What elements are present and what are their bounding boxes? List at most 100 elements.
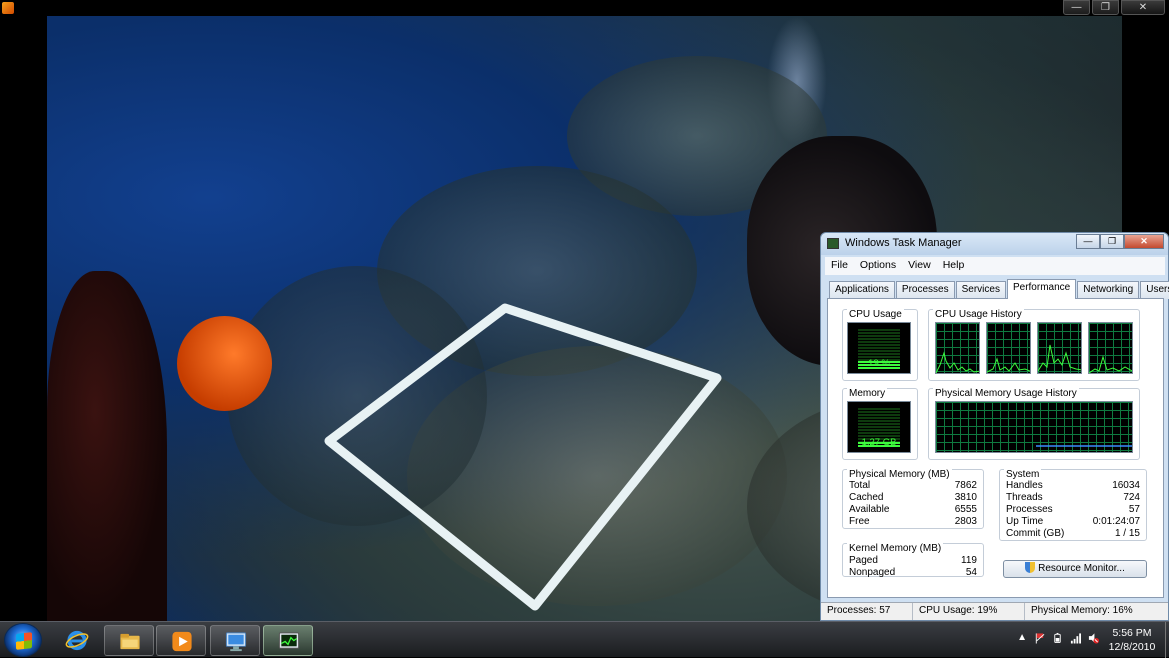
physical-memory-group: Physical Memory (MB) Total 7862 Cached 381… [842, 469, 984, 529]
cpu-core-0-line [936, 351, 979, 373]
tab-applications[interactable]: Applications [829, 281, 895, 299]
memory-history-group: Physical Memory Usage History [928, 388, 1140, 460]
stat-name: Paged [849, 555, 878, 566]
tm-menu-bar: File Options View Help [825, 257, 1165, 275]
resource-monitor-label: Resource Monitor... [1038, 563, 1125, 574]
windows-logo-icon [16, 632, 32, 650]
resource-monitor-button[interactable]: Resource Monitor... [1003, 560, 1147, 578]
show-desktop-button[interactable] [1165, 622, 1169, 658]
memory-value: 1.27 GB [861, 437, 897, 448]
player-close-button[interactable]: ✕ [1121, 0, 1165, 15]
taskbar-remote-desktop-button[interactable] [210, 625, 260, 656]
tab-networking[interactable]: Networking [1077, 281, 1140, 299]
stat-value: 2803 [954, 516, 977, 527]
media-player-icon [172, 631, 192, 652]
stat-row: Total 7862 [849, 480, 977, 491]
cpu-core-3-graph [1088, 322, 1133, 374]
status-cpu-usage: CPU Usage: 19% [913, 603, 1025, 620]
status-processes: Processes: 57 [821, 603, 913, 620]
taskbar-clock[interactable]: 5:56 PM 12/8/2010 [1101, 626, 1163, 654]
player-title-bar[interactable]: — ❐ ✕ [0, 0, 1169, 16]
memory-history-line [1036, 445, 1132, 447]
cpu-core-3-line [1089, 355, 1132, 373]
stat-name: Processes [1006, 504, 1053, 515]
status-physical-memory: Physical Memory: 16% [1031, 605, 1133, 616]
stat-row: Handles 16034 [1006, 480, 1140, 491]
tm-close-button[interactable]: ✕ [1124, 234, 1164, 249]
player-minimize-button[interactable]: — [1063, 0, 1090, 15]
cpu-history-label: CPU Usage History [933, 309, 1024, 320]
remote-desktop-icon [225, 632, 247, 652]
taskbar: ▲ 5:56 PM 12/8/2010 [0, 621, 1169, 658]
task-manager-title: Windows Task Manager [845, 237, 962, 249]
stat-name: Handles [1006, 480, 1043, 491]
cpu-core-0-graph [935, 322, 980, 374]
stat-value: 54 [965, 567, 977, 578]
menu-help[interactable]: Help [937, 257, 971, 275]
tab-performance[interactable]: Performance [1006, 279, 1077, 299]
tm-minimize-button[interactable]: — [1076, 234, 1100, 249]
memory-meter: 1.27 GB [847, 401, 911, 453]
tab-processes[interactable]: Processes [895, 281, 955, 299]
task-manager-window: Windows Task Manager — ❐ ✕ File Options … [820, 232, 1169, 621]
stat-name: Total [849, 480, 871, 491]
stat-name: Cached [849, 492, 884, 503]
kernel-memory-group: Kernel Memory (MB) Paged 119 Nonpaged 54 [842, 543, 984, 578]
stat-value: 3810 [954, 492, 977, 503]
stat-value: 724 [1123, 492, 1140, 503]
stat-value: 0:01:24:07 [1092, 516, 1140, 527]
volume-muted-icon[interactable] [1088, 632, 1099, 644]
taskbar-ie-button[interactable] [52, 625, 102, 656]
taskbar-task-manager-button[interactable] [263, 625, 313, 656]
task-manager-title-bar[interactable]: Windows Task Manager — ❐ ✕ [821, 233, 1168, 255]
stat-value: 6555 [954, 504, 977, 515]
taskbar-media-player-button[interactable] [156, 625, 206, 656]
performance-panel: CPU Usage 19 % CPU Usage History Memory … [827, 298, 1164, 598]
system-group: System Handles 16034 Threads 724 Processes… [999, 469, 1147, 541]
cpu-core-1-graph [986, 322, 1031, 374]
cpu-history-group: CPU Usage History [928, 309, 1140, 381]
cpu-usage-group: CPU Usage 19 % [842, 309, 918, 381]
cpu-usage-meter: 19 % [847, 322, 911, 374]
system-tray: ▲ [1017, 632, 1099, 644]
player-restore-button[interactable]: ❐ [1092, 0, 1119, 15]
stat-row: Paged 119 [849, 555, 977, 566]
cpu-core-1-line [987, 357, 1030, 373]
stat-value: 1 / 15 [1114, 528, 1140, 539]
show-hidden-icons-icon[interactable]: ▲ [1017, 632, 1027, 644]
tm-status-bar: Processes: 57 CPU Usage: 19% Physical Me… [821, 602, 1168, 620]
stat-row: Free 2803 [849, 516, 977, 527]
power-icon[interactable] [1052, 632, 1063, 644]
menu-view[interactable]: View [902, 257, 937, 275]
network-icon[interactable] [1070, 632, 1081, 644]
stat-name: Commit (GB) [1006, 528, 1065, 539]
stat-name: Nonpaged [849, 567, 896, 578]
kernel-memory-label: Kernel Memory (MB) [847, 543, 944, 554]
memory-group: Memory 1.27 GB [842, 388, 918, 460]
tm-maximize-button[interactable]: ❐ [1100, 234, 1124, 249]
uac-shield-icon [1025, 562, 1036, 573]
tab-services[interactable]: Services [955, 281, 1006, 299]
stat-value: 7862 [954, 480, 977, 491]
stat-row: Threads 724 [1006, 492, 1140, 503]
menu-options[interactable]: Options [854, 257, 902, 275]
stat-value: 119 [961, 555, 977, 566]
action-center-flag-icon[interactable] [1034, 632, 1045, 644]
stat-row: Nonpaged 54 [849, 567, 977, 578]
stat-name: Free [849, 516, 870, 527]
taskbar-explorer-button[interactable] [104, 625, 154, 656]
clock-time: 5:56 PM [1112, 627, 1152, 639]
menu-file[interactable]: File [825, 257, 854, 275]
cpu-core-2-line [1038, 344, 1081, 372]
tm-tabs: Applications Processes Services Performa… [829, 279, 1169, 299]
media-player-app-icon[interactable] [2, 2, 14, 14]
stat-name: Threads [1006, 492, 1043, 503]
memory-label: Memory [847, 388, 888, 399]
start-button[interactable] [4, 623, 42, 657]
tab-users[interactable]: Users [1140, 281, 1169, 299]
cpu-usage-label: CPU Usage [847, 309, 904, 320]
memory-history-graph [935, 401, 1133, 453]
cpu-usage-value: 19 % [868, 358, 890, 369]
stat-value: 16034 [1112, 480, 1140, 491]
stat-row: Available 6555 [849, 504, 977, 515]
